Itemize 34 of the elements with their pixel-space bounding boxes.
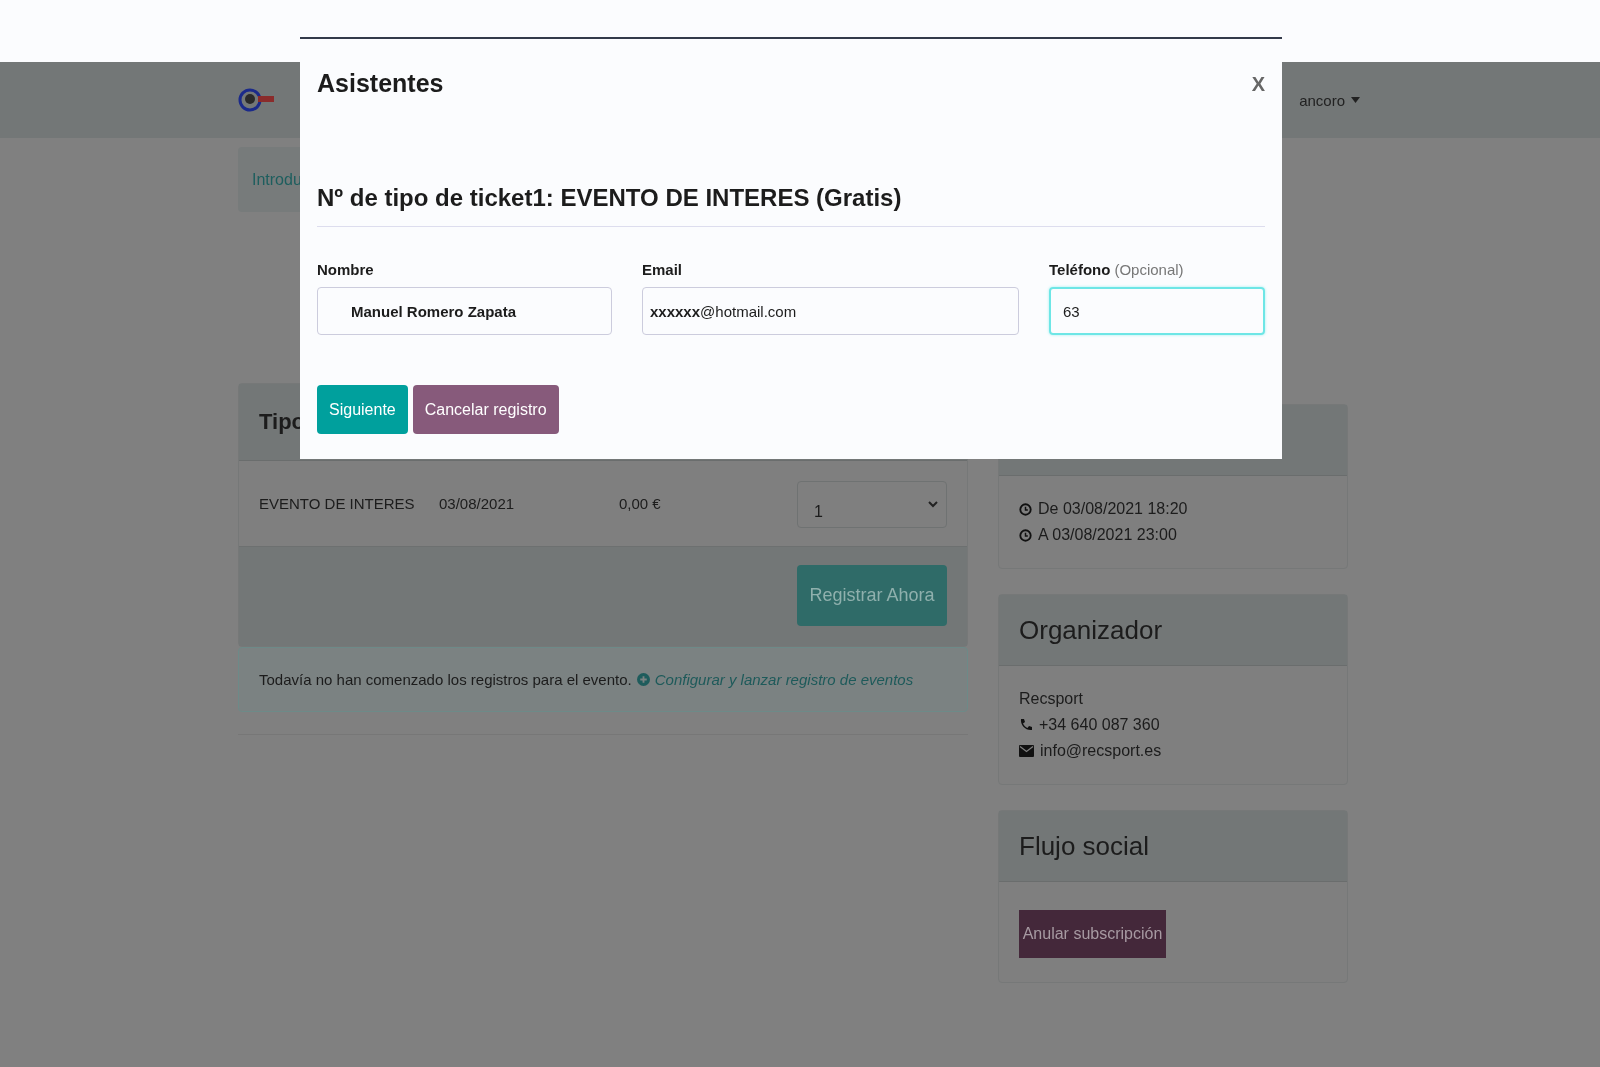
unsubscribe-button[interactable]: Anular subscripción [1019,910,1166,958]
email-link[interactable]: info@recsport.es [1040,742,1162,760]
plus-circle-icon [636,673,650,686]
phone-text: +34 640 087 360 [1039,716,1160,734]
close-button[interactable]: X [1251,73,1265,96]
card-title: Flujo social [1019,830,1150,862]
section-title: Nº de tipo de ticket1: EVENTO DE INTERES (Gratis) [317,184,1265,227]
chevron-icon [928,501,938,508]
envelope-icon [1019,745,1034,757]
notice-text: Todavía no han comenzado los registros para el evento. [259,671,632,688]
date-text: A 03/08/2021 23:00 [1038,526,1177,544]
ticket-date: 03/08/2021 [439,494,516,512]
field-label: Teléfono [1049,261,1111,278]
card-title: Organizador [1019,614,1163,646]
user-menu[interactable]: ancoro [1299,91,1360,109]
ticket-price: 0,00 € [619,494,662,512]
quantity-select[interactable]: 1 [797,481,947,528]
clock-icon [1019,528,1032,542]
input-field[interactable]: Manuel Romero Zapata [317,287,612,335]
next-button[interactable]: Siguiente [317,385,408,434]
register-button[interactable]: Registrar Ahora [797,565,947,626]
field-label: Nombre [317,261,374,278]
input-field[interactable]: xxxxxx@hotmail.com [642,287,1019,335]
phone-icon [1019,718,1033,732]
date-text: De 03/08/2021 18:20 [1038,500,1188,518]
clock-icon [1019,502,1032,516]
cancel-button[interactable]: Cancelar registro [412,385,559,434]
input-field[interactable]: 63 [1049,287,1265,335]
dialog-title: Asistentes [317,69,444,98]
organizer-name: Recsport [1019,690,1084,708]
field-label: Email [642,261,683,278]
ticket-name: EVENTO DE INTERES [259,494,416,512]
optional-note: (Opcional) [1114,261,1184,278]
caret-icon [1351,97,1360,103]
